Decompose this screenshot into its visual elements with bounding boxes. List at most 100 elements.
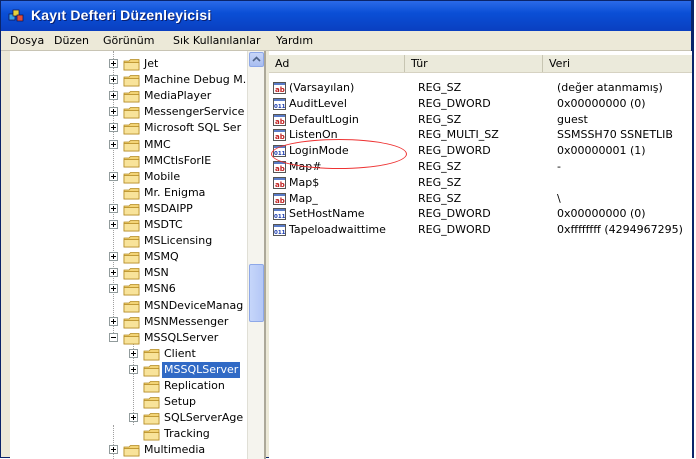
tree-item[interactable]: Jet <box>10 56 247 72</box>
expand-icon[interactable] <box>109 220 118 229</box>
string-value-icon: ab <box>273 129 286 141</box>
tree-item[interactable]: Multimedia <box>10 442 247 458</box>
expand-icon[interactable] <box>109 204 118 213</box>
value-type: REG_SZ <box>418 80 461 96</box>
tree-item-label: MSMQ <box>144 249 179 265</box>
tree-item-label: MessengerService <box>144 104 244 120</box>
tree-item[interactable]: MMC <box>10 137 247 153</box>
value-type: REG_DWORD <box>418 222 491 238</box>
tree-item[interactable]: MediaPlayer <box>10 88 247 104</box>
registry-key-tree[interactable]: JetMachine Debug M.MediaPlayerMessengerS… <box>10 51 266 459</box>
expand-icon[interactable] <box>109 59 118 68</box>
tree-item[interactable]: MSSQLServer <box>10 330 247 346</box>
tree-item-label: MSNDeviceManag <box>144 298 243 314</box>
value-data: 0xffffffff (4294967295) <box>557 222 683 238</box>
expand-icon[interactable] <box>109 445 118 454</box>
expand-icon[interactable] <box>109 317 118 326</box>
tree-item[interactable]: MSLicensing <box>10 233 247 249</box>
tree-item-label: MSDAIPP <box>144 201 193 217</box>
tree-item[interactable]: MSN6 <box>10 281 247 297</box>
svg-text:ab: ab <box>275 118 285 126</box>
expand-icon[interactable] <box>109 123 118 132</box>
registry-value-row[interactable]: 011SetHostNameREG_DWORD0x00000000 (0) <box>269 206 692 222</box>
tree-item[interactable]: MSMQ <box>10 249 247 265</box>
registry-value-row[interactable]: abDefaultLoginREG_SZguest <box>269 112 692 128</box>
folder-icon <box>123 235 141 248</box>
tree-item[interactable]: MessengerService <box>10 104 247 120</box>
value-name: AuditLevel <box>289 96 347 112</box>
registry-values-list[interactable]: Ad Tür Veri ab(Varsayılan)REG_SZ(değer a… <box>269 51 692 459</box>
tree-item[interactable]: MMCtlsForIE <box>10 153 247 169</box>
tree-item[interactable]: MSN <box>10 265 247 281</box>
binary-value-icon: 011 <box>273 208 286 220</box>
value-type: REG_DWORD <box>418 96 491 112</box>
tree-item[interactable]: MSNMessenger <box>10 314 247 330</box>
tree-item[interactable]: Client <box>10 346 247 362</box>
menu-help[interactable]: Yardım <box>276 34 313 47</box>
value-data: guest <box>557 112 588 128</box>
value-type: REG_SZ <box>418 191 461 207</box>
tree-item[interactable]: Microsoft SQL Ser <box>10 120 247 136</box>
tree-item[interactable]: Mobile <box>10 169 247 185</box>
tree-item[interactable]: SQLServerAge <box>10 410 247 426</box>
tree-item[interactable]: Mr. Enigma <box>10 185 247 201</box>
column-header-data[interactable]: Veri <box>543 55 692 72</box>
menu-bar: Dosya Düzen Görünüm Sık Kullanılanlar Ya… <box>1 31 691 51</box>
registry-value-row[interactable]: abMap$REG_SZ <box>269 175 692 191</box>
folder-icon <box>123 122 141 135</box>
folder-icon <box>123 251 141 264</box>
expand-icon[interactable] <box>129 349 138 358</box>
tree-item-label: Client <box>164 346 196 362</box>
tree-item[interactable]: Replication <box>10 378 247 394</box>
folder-icon <box>143 380 161 393</box>
expand-icon[interactable] <box>109 107 118 116</box>
list-header: Ad Tür Veri <box>269 55 692 73</box>
menu-edit[interactable]: Düzen <box>54 34 89 47</box>
menu-view[interactable]: Görünüm <box>103 34 154 47</box>
expand-icon[interactable] <box>109 268 118 277</box>
folder-icon <box>143 364 161 377</box>
tree-item-label: MSN6 <box>144 281 176 297</box>
scroll-thumb[interactable] <box>249 264 264 322</box>
column-header-type[interactable]: Tür <box>405 55 543 72</box>
tree-item[interactable]: MSNDeviceManag <box>10 298 247 314</box>
tree-item[interactable]: Tracking <box>10 426 247 442</box>
registry-value-row[interactable]: abMap_REG_SZ\ <box>269 191 692 207</box>
tree-item[interactable]: MSSQLServer <box>10 362 247 378</box>
expand-icon[interactable] <box>109 91 118 100</box>
folder-icon <box>123 219 141 232</box>
value-data: 0x00000000 (0) <box>557 96 646 112</box>
tree-item[interactable]: MSDTC <box>10 217 247 233</box>
svg-text:011: 011 <box>274 214 286 220</box>
tree-scrollbar[interactable] <box>247 51 265 459</box>
expand-icon[interactable] <box>129 413 138 422</box>
expand-icon[interactable] <box>129 365 138 374</box>
expand-icon[interactable] <box>109 75 118 84</box>
value-type: REG_DWORD <box>418 143 491 159</box>
folder-icon <box>123 187 141 200</box>
registry-value-row[interactable]: ab(Varsayılan)REG_SZ(değer atanmamış) <box>269 80 692 96</box>
svg-text:ab: ab <box>275 133 285 141</box>
expand-icon[interactable] <box>109 252 118 261</box>
tree-item-label: MediaPlayer <box>144 88 211 104</box>
folder-icon <box>143 412 161 425</box>
expand-icon[interactable] <box>109 140 118 149</box>
menu-file[interactable]: Dosya <box>10 34 44 47</box>
registry-value-row[interactable]: 011TapeloadwaittimeREG_DWORD0xffffffff (… <box>269 222 692 238</box>
folder-icon <box>123 283 141 296</box>
folder-icon <box>123 444 141 457</box>
expand-icon[interactable] <box>109 284 118 293</box>
folder-icon <box>123 300 141 313</box>
expand-icon[interactable] <box>109 172 118 181</box>
collapse-icon[interactable] <box>109 333 118 342</box>
tree-item[interactable]: MSDAIPP <box>10 201 247 217</box>
title-bar[interactable]: Kayıt Defteri Düzenleyicisi <box>1 1 691 31</box>
tree-item-label: Setup <box>164 394 196 410</box>
tree-item[interactable]: Machine Debug M. <box>10 72 247 88</box>
scroll-up-button[interactable] <box>249 52 264 67</box>
registry-value-row[interactable]: 011AuditLevelREG_DWORD0x00000000 (0) <box>269 96 692 112</box>
folder-icon <box>143 428 161 441</box>
menu-favorites[interactable]: Sık Kullanılanlar <box>173 34 261 47</box>
tree-item[interactable]: Setup <box>10 394 247 410</box>
column-header-name[interactable]: Ad <box>269 55 405 72</box>
